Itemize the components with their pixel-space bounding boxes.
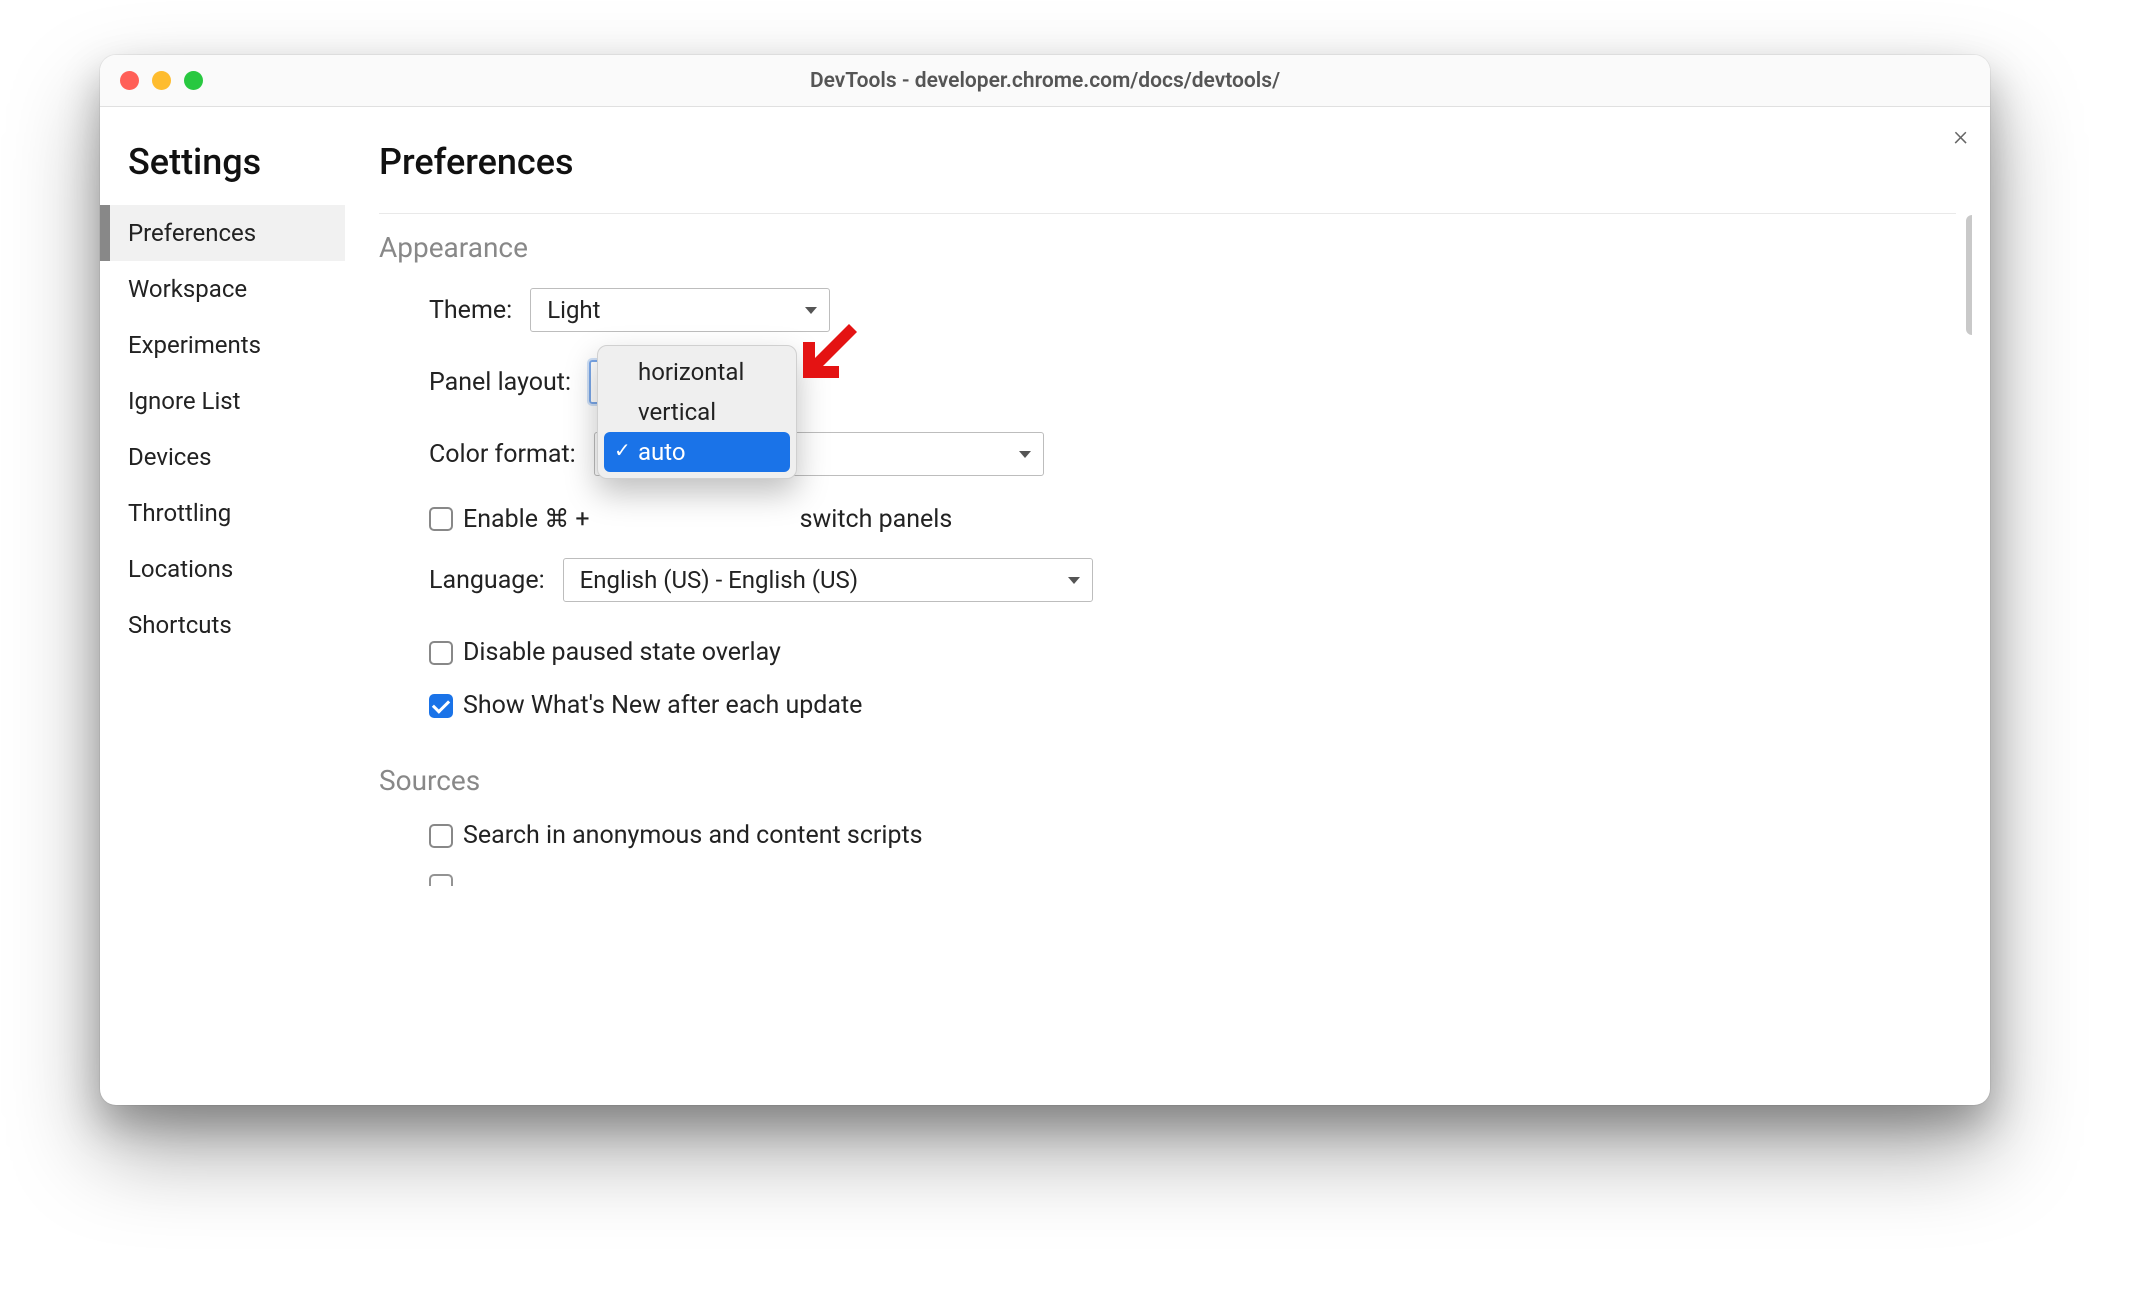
disable-paused-overlay-label: Disable paused state overlay	[463, 638, 781, 667]
theme-label: Theme:	[429, 296, 512, 325]
sidebar-item-label: Preferences	[128, 219, 256, 247]
enable-shortcut-label-after: switch panels	[800, 505, 953, 534]
section-heading-appearance: Appearance	[379, 231, 1972, 264]
sidebar-item-shortcuts[interactable]: Shortcuts	[100, 597, 345, 653]
truncated-row	[379, 874, 1972, 886]
language-label: Language:	[429, 566, 545, 595]
disable-paused-overlay-row: Disable paused state overlay	[379, 638, 1972, 667]
sidebar-item-experiments[interactable]: Experiments	[100, 317, 345, 373]
sidebar-item-label: Devices	[128, 443, 211, 471]
enable-shortcut-row: Enable ⌘ + switch panels	[379, 504, 1972, 534]
chevron-down-icon	[1019, 451, 1031, 458]
theme-row: Theme: Light	[379, 288, 1972, 332]
dropdown-option-label: auto	[638, 438, 686, 466]
traffic-lights	[100, 71, 203, 90]
titlebar: DevTools - developer.chrome.com/docs/dev…	[100, 55, 1990, 107]
main-panel: Preferences Appearance Theme: Light Pane…	[345, 107, 1990, 1105]
page-title: Preferences	[379, 141, 1956, 183]
dropdown-option-horizontal[interactable]: horizontal	[604, 352, 790, 392]
language-row: Language: English (US) - English (US)	[379, 558, 1972, 602]
show-whats-new-row: Show What's New after each update	[379, 691, 1972, 720]
sidebar-item-label: Workspace	[128, 275, 247, 303]
settings-sidebar: Settings Preferences Workspace Experimen…	[100, 107, 345, 1105]
sidebar-item-label: Shortcuts	[128, 611, 232, 639]
close-icon[interactable]: ×	[1953, 119, 1968, 152]
dropdown-option-label: vertical	[638, 398, 716, 426]
show-whats-new-label: Show What's New after each update	[463, 691, 862, 720]
divider	[379, 213, 1956, 214]
disable-paused-overlay-checkbox[interactable]	[429, 641, 453, 665]
enable-shortcut-checkbox[interactable]	[429, 507, 453, 531]
sidebar-item-ignore-list[interactable]: Ignore List	[100, 373, 345, 429]
devtools-window: DevTools - developer.chrome.com/docs/dev…	[100, 55, 1990, 1105]
sidebar-item-devices[interactable]: Devices	[100, 429, 345, 485]
sidebar-item-label: Throttling	[128, 499, 231, 527]
sidebar-item-label: Locations	[128, 555, 233, 583]
dropdown-option-vertical[interactable]: vertical	[604, 392, 790, 432]
search-anon-label: Search in anonymous and content scripts	[463, 821, 923, 850]
theme-select-value: Light	[547, 296, 600, 324]
chevron-down-icon	[1068, 577, 1080, 584]
chevron-down-icon	[805, 307, 817, 314]
language-select[interactable]: English (US) - English (US)	[563, 558, 1093, 602]
dropdown-option-auto[interactable]: auto	[604, 432, 790, 472]
window-minimize-button[interactable]	[152, 71, 171, 90]
truncated-checkbox[interactable]	[429, 874, 453, 886]
panel-layout-dropdown: horizontal vertical auto	[597, 345, 797, 479]
sidebar-item-throttling[interactable]: Throttling	[100, 485, 345, 541]
sidebar-item-preferences[interactable]: Preferences	[100, 205, 345, 261]
sidebar-item-locations[interactable]: Locations	[100, 541, 345, 597]
dropdown-option-label: horizontal	[638, 358, 744, 386]
sidebar-item-workspace[interactable]: Workspace	[100, 261, 345, 317]
language-select-value: English (US) - English (US)	[580, 566, 859, 594]
section-heading-sources: Sources	[379, 764, 1972, 797]
window-maximize-button[interactable]	[184, 71, 203, 90]
content: × Settings Preferences Workspace Experim…	[100, 107, 1990, 1105]
window-title: DevTools - developer.chrome.com/docs/dev…	[100, 69, 1990, 93]
sidebar-item-label: Experiments	[128, 331, 261, 359]
sidebar-item-label: Ignore List	[128, 387, 241, 415]
show-whats-new-checkbox[interactable]	[429, 694, 453, 718]
color-format-label: Color format:	[429, 440, 576, 469]
sidebar-title: Settings	[100, 141, 345, 183]
window-close-button[interactable]	[120, 71, 139, 90]
enable-shortcut-label-before: Enable ⌘ +	[463, 504, 590, 534]
search-anon-row: Search in anonymous and content scripts	[379, 821, 1972, 850]
theme-select[interactable]: Light	[530, 288, 830, 332]
scrollbar[interactable]	[1966, 215, 1972, 335]
preferences-scroll-area: Appearance Theme: Light Panel layout: au…	[379, 215, 1972, 1105]
search-anon-checkbox[interactable]	[429, 824, 453, 848]
panel-layout-label: Panel layout:	[429, 368, 571, 397]
